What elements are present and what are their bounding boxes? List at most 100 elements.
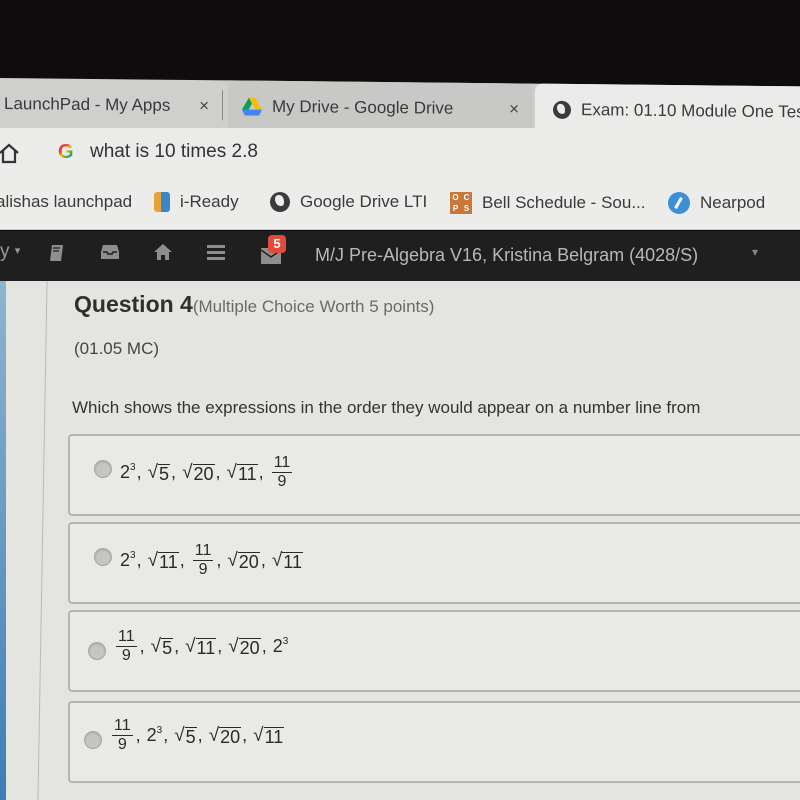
answer-choice[interactable]: 23, √ 5, √ 20, √ 11, 11 9	[68, 434, 800, 516]
comma-separator: ,	[163, 725, 169, 745]
bookmark-iready[interactable]: i-Ready	[154, 192, 239, 212]
bookmarks-bar: alishas launchpad i-Ready Google Drive L…	[0, 180, 800, 230]
question-prompt: Which shows the expressions in the order…	[72, 398, 701, 417]
comma-separator: ,	[197, 725, 203, 745]
close-tab-icon[interactable]: ×	[199, 96, 209, 116]
radical-sign: √	[147, 461, 159, 483]
square-root-term: √ 5	[150, 635, 174, 658]
radio-button[interactable]	[84, 731, 102, 749]
denominator: 9	[277, 473, 287, 490]
radical-sign: √	[227, 549, 238, 571]
nav-menu-label: y	[0, 241, 10, 262]
square-root-term: √ 5	[174, 725, 197, 747]
bookmark-google-drive-lti[interactable]: Google Drive LTI	[270, 192, 427, 212]
bookmark-bell-schedule[interactable]: O C P S Bell Schedule - Sou...	[450, 192, 645, 214]
icon-letter: S	[463, 204, 470, 213]
icon-letter: O	[452, 193, 459, 202]
home-icon[interactable]	[0, 142, 20, 164]
question-code: (01.05 MC)	[74, 339, 160, 358]
radicand: 11	[236, 463, 258, 484]
exponent: 3	[130, 462, 136, 473]
base: 2	[272, 636, 283, 656]
square-root-term: √ 5	[147, 461, 171, 484]
numerator: 11	[271, 454, 293, 473]
square-root-term: √ 20	[209, 725, 242, 747]
radio-button[interactable]	[88, 642, 106, 660]
radicand: 20	[219, 726, 242, 747]
comma-separator: ,	[174, 636, 180, 656]
power-term: 23	[147, 725, 163, 746]
inbox-icon[interactable]	[100, 243, 120, 261]
close-tab-icon[interactable]: ×	[509, 99, 519, 119]
numerator: 11	[192, 542, 214, 561]
radio-button[interactable]	[94, 460, 112, 478]
nearpod-icon	[668, 192, 690, 214]
radicand: 20	[192, 463, 215, 484]
bookmark-alishas-launchpad[interactable]: alishas launchpad	[0, 192, 132, 212]
square-root-term: √ 20	[228, 635, 261, 658]
menu-icon[interactable]	[206, 243, 226, 261]
comma-separator: ,	[179, 550, 185, 570]
numerator: 11	[116, 628, 137, 647]
power-term: 23	[273, 636, 289, 657]
square-root-term: √ 11	[272, 550, 303, 572]
base: 2	[120, 462, 131, 482]
question-type: (Multiple Choice Worth 5 points)	[192, 297, 435, 316]
bookmark-label: Google Drive LTI	[300, 192, 428, 211]
tab-launchpad[interactable]: LaunchPad - My Apps ×	[0, 78, 219, 132]
choice-expression: 11 9, 23, √ 5, √ 20, √ 11	[110, 717, 285, 754]
icon-letter: P	[452, 204, 459, 213]
book-icon[interactable]	[48, 243, 66, 263]
radical-sign: √	[226, 461, 237, 483]
comma-separator: ,	[216, 550, 222, 570]
power-term: 23	[120, 550, 136, 571]
tab-label: My Drive - Google Drive	[272, 96, 454, 118]
base: 2	[146, 725, 157, 745]
answer-choice[interactable]: 11 9, 23, √ 5, √ 20, √ 11	[68, 701, 800, 783]
radical-sign: √	[253, 724, 264, 746]
bookmark-label: Bell Schedule - Sou...	[482, 193, 646, 212]
radical-sign: √	[150, 635, 162, 657]
bookmark-nearpod[interactable]: Nearpod	[668, 192, 765, 214]
exponent: 3	[282, 636, 289, 647]
choice-expression: 23, √ 11, 11 9, √ 20, √ 11	[120, 542, 303, 579]
answer-choice[interactable]: 11 9, √ 5, √ 11, √ 20, 23	[68, 610, 800, 692]
home-icon[interactable]	[153, 243, 173, 261]
app-nav-bar: y ▾ 5 M/J Pre-Algebra V16, Kristina Belg…	[0, 231, 800, 281]
fraction-term: 11 9	[112, 717, 133, 754]
square-root-term: √ 11	[253, 724, 285, 747]
radicand: 5	[161, 637, 174, 658]
monitor-bezel	[0, 0, 800, 84]
radical-sign: √	[185, 635, 196, 657]
answer-choice[interactable]: 23, √ 11, 11 9, √ 20, √ 11	[68, 522, 800, 604]
comma-separator: ,	[135, 725, 141, 745]
comma-separator: ,	[242, 725, 248, 745]
radio-button[interactable]	[94, 548, 112, 566]
address-input[interactable]: what is 10 times 2.8	[90, 141, 258, 163]
base: 2	[120, 550, 131, 570]
content-divider	[37, 281, 48, 800]
comma-separator: ,	[217, 636, 223, 656]
course-title[interactable]: M/J Pre-Algebra V16, Kristina Belgram (4…	[315, 245, 698, 266]
radicand: 20	[237, 551, 260, 572]
comma-separator: ,	[215, 462, 221, 482]
radicand: 11	[263, 726, 285, 747]
question-number: Question 4	[74, 291, 193, 317]
radicand: 11	[195, 637, 217, 658]
denominator: 9	[198, 561, 208, 578]
address-bar-row: G what is 10 times 2.8	[0, 128, 800, 180]
radical-sign: √	[228, 635, 239, 657]
nav-menu-partial[interactable]: y ▾	[0, 241, 20, 263]
radicand: 11	[282, 551, 303, 572]
iready-icon	[154, 192, 170, 212]
square-root-term: √ 11	[227, 462, 258, 484]
chevron-down-icon[interactable]: ▾	[752, 245, 758, 259]
comma-separator: ,	[136, 462, 142, 482]
comma-separator: ,	[139, 636, 145, 656]
square-root-term: √ 11	[185, 635, 217, 658]
question-title: Question 4(Multiple Choice Worth 5 point…	[74, 291, 434, 318]
tab-label: Exam: 01.10 Module One Tes	[581, 100, 800, 122]
denominator: 9	[117, 736, 127, 753]
bookmark-label: alishas launchpad	[0, 192, 133, 211]
fraction-term: 11 9	[116, 628, 137, 665]
